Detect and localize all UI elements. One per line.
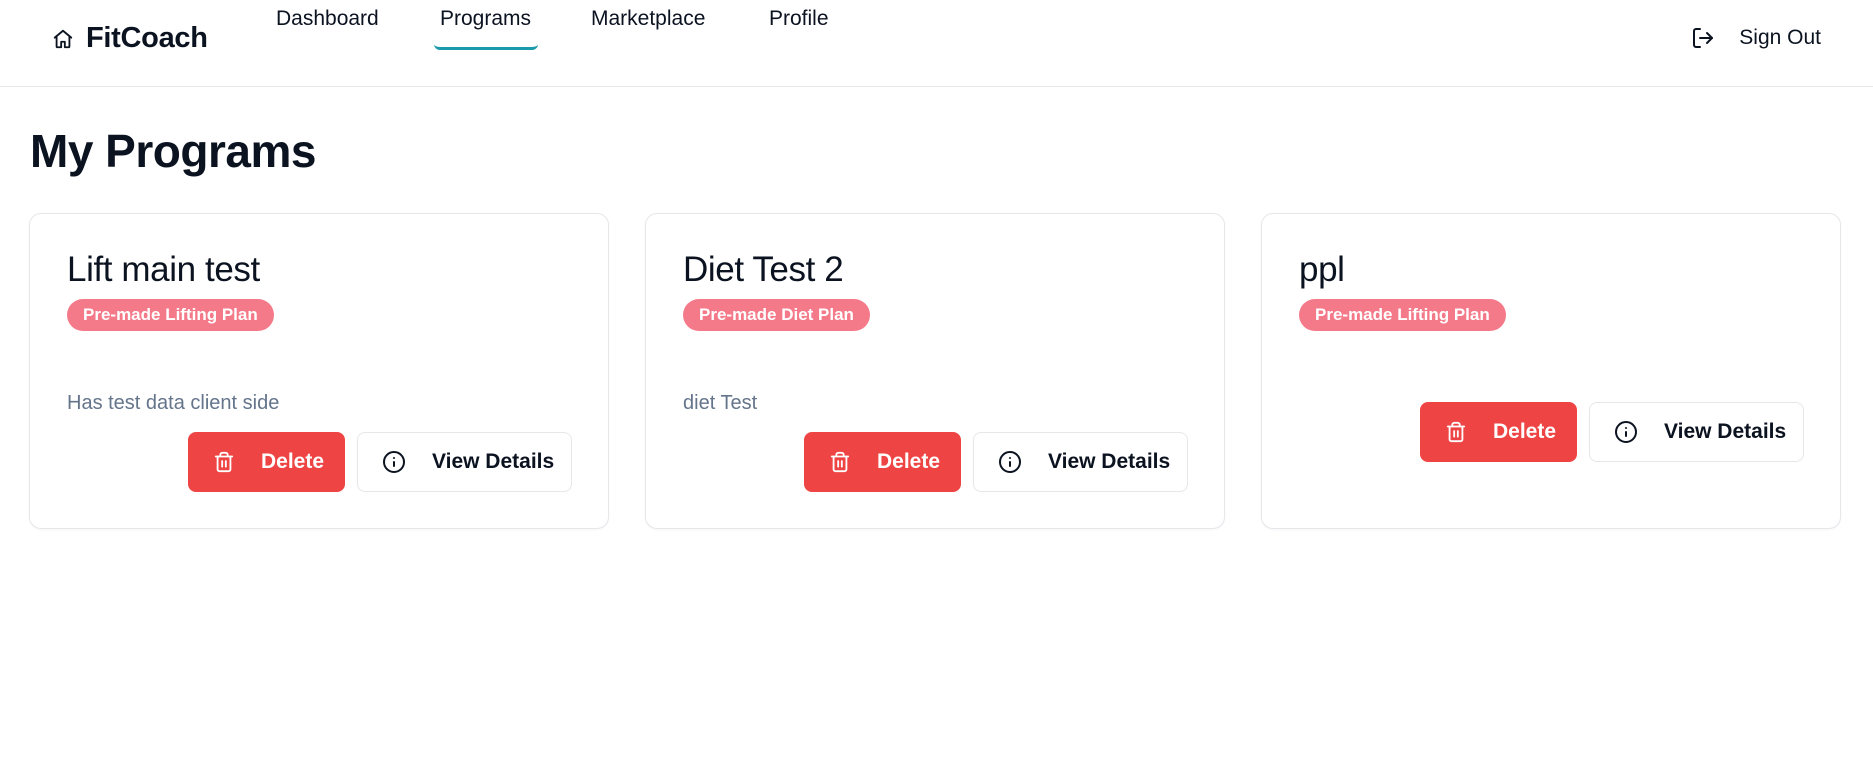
program-title: Diet Test 2	[683, 250, 844, 289]
sign-out-label: Sign Out	[1739, 26, 1821, 49]
program-type-badge: Pre-made Lifting Plan	[1299, 299, 1506, 331]
program-type-badge: Pre-made Lifting Plan	[67, 299, 274, 331]
view-details-label: View Details	[1048, 450, 1171, 473]
program-title: ppl	[1299, 250, 1345, 289]
program-card: Lift main test Pre-made Lifting Plan Has…	[29, 213, 609, 529]
delete-button[interactable]: Delete	[188, 432, 345, 492]
log-out-icon	[1691, 26, 1715, 50]
nav-item-programs[interactable]: Programs	[440, 7, 531, 31]
nav-item-dashboard[interactable]: Dashboard	[276, 7, 379, 31]
active-nav-indicator	[434, 44, 538, 50]
sign-out-button[interactable]: Sign Out	[1691, 26, 1821, 50]
program-card: ppl Pre-made Lifting Plan Delete View De…	[1261, 213, 1841, 529]
program-type-badge: Pre-made Diet Plan	[683, 299, 870, 331]
trash-icon	[1445, 421, 1467, 443]
page-title: My Programs	[30, 125, 316, 177]
trash-icon	[829, 451, 851, 473]
delete-label: Delete	[261, 450, 325, 473]
nav-item-profile[interactable]: Profile	[769, 7, 829, 31]
info-icon	[998, 450, 1022, 474]
view-details-button[interactable]: View Details	[1589, 402, 1804, 462]
delete-label: Delete	[1493, 420, 1557, 443]
trash-icon	[213, 451, 235, 473]
program-description: Has test data client side	[67, 392, 280, 414]
delete-label: Delete	[877, 450, 941, 473]
view-details-button[interactable]: View Details	[357, 432, 572, 492]
program-description: diet Test	[683, 392, 758, 414]
program-actions: Delete View Details	[804, 432, 1188, 492]
brand-name: FitCoach	[86, 22, 208, 54]
brand-logo-link[interactable]: FitCoach	[52, 22, 208, 55]
delete-button[interactable]: Delete	[804, 432, 961, 492]
program-actions: Delete View Details	[1420, 402, 1804, 462]
info-icon	[382, 450, 406, 474]
program-title: Lift main test	[67, 250, 260, 289]
program-card: Diet Test 2 Pre-made Diet Plan diet Test…	[645, 213, 1225, 529]
info-icon	[1614, 420, 1638, 444]
view-details-label: View Details	[432, 450, 555, 473]
delete-button[interactable]: Delete	[1420, 402, 1577, 462]
view-details-label: View Details	[1664, 420, 1787, 443]
home-icon	[52, 28, 74, 50]
program-actions: Delete View Details	[188, 432, 572, 492]
programs-grid: Lift main test Pre-made Lifting Plan Has…	[29, 213, 1841, 529]
view-details-button[interactable]: View Details	[973, 432, 1188, 492]
top-navbar: FitCoach Dashboard Programs Marketplace …	[0, 0, 1873, 87]
nav-item-marketplace[interactable]: Marketplace	[591, 7, 705, 31]
